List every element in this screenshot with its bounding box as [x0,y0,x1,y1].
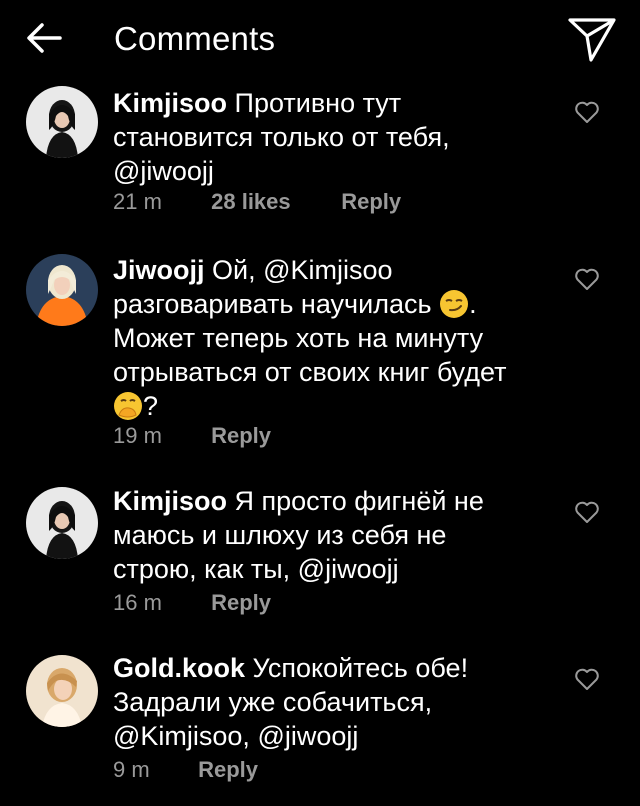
comment-time: 16 m [113,590,162,615]
comment-time: 21 m [113,189,162,214]
comment-body: Задрали уже собачиться, [113,687,433,717]
avatar[interactable] [26,254,98,326]
comment-username[interactable]: Kimjisoo [113,88,227,118]
comment-text: Kimjisoo Противно тут становится только … [113,86,553,188]
comment-body: Успокойтесь обе! [252,653,469,683]
page-title: Comments [114,20,276,57]
comment-body: Ой, @Kimjisoo [212,255,393,285]
mention-link[interactable]: @jiwoojj [113,156,214,186]
reply-button[interactable]: Reply [198,757,258,783]
top-bar: Comments [0,0,640,80]
comment-body: @Kimjisoo, @jiwoojj [113,721,359,751]
comment-body: Я просто фигнёй не [234,486,484,516]
comment-text: Kimjisoo Я просто фигнёй не маюсь и шлюх… [113,484,553,586]
comment-username[interactable]: Kimjisoo [113,486,227,516]
comment-body: маюсь и шлюху из себя не [113,520,447,550]
comment-body: . [469,289,477,319]
comment-body: Может теперь хоть на минуту [113,323,484,353]
comment-username[interactable]: Gold.kook [113,653,245,683]
reply-button[interactable]: Reply [211,423,271,449]
comment-time: 9 m [113,757,150,782]
heart-icon[interactable] [574,267,600,291]
paper-plane-icon[interactable] [567,16,617,64]
reply-button[interactable]: Reply [211,590,271,616]
smirking-face-emoji [440,290,469,318]
comment-body: становится только от тебя, [113,122,450,152]
comment-text: Gold.kook Успокойтесь обе! Задрали уже с… [113,651,553,753]
comment-meta: 9 m Reply [113,757,258,783]
comment-username[interactable]: Jiwoojj [113,255,205,285]
comment-body: строю, как ты, @jiwoojj [113,554,399,584]
heart-icon[interactable] [574,667,600,691]
comment-body: Противно тут [234,88,402,118]
face-with-hand-over-mouth-emoji [114,392,142,420]
arrow-left-icon[interactable] [26,22,62,54]
comment-time: 19 m [113,423,162,448]
comment-meta: 16 m Reply [113,590,271,616]
comment-body: разговаривать научилась [113,289,432,319]
avatar[interactable] [26,487,98,559]
comment-body: отрываться от своих книг будет [113,357,507,387]
avatar[interactable] [26,655,98,727]
comment-body: ? [143,391,159,421]
comment-meta: 19 m Reply [113,423,271,449]
likes-count[interactable]: 28 likes [211,189,335,215]
comment-meta: 21 m 28 likes Reply [113,189,401,215]
avatar[interactable] [26,86,98,158]
comment-text: Jiwoojj Ой, @Kimjisoo разговаривать науч… [113,253,553,423]
reply-button[interactable]: Reply [341,189,401,215]
heart-icon[interactable] [574,100,600,124]
heart-icon[interactable] [574,500,600,524]
